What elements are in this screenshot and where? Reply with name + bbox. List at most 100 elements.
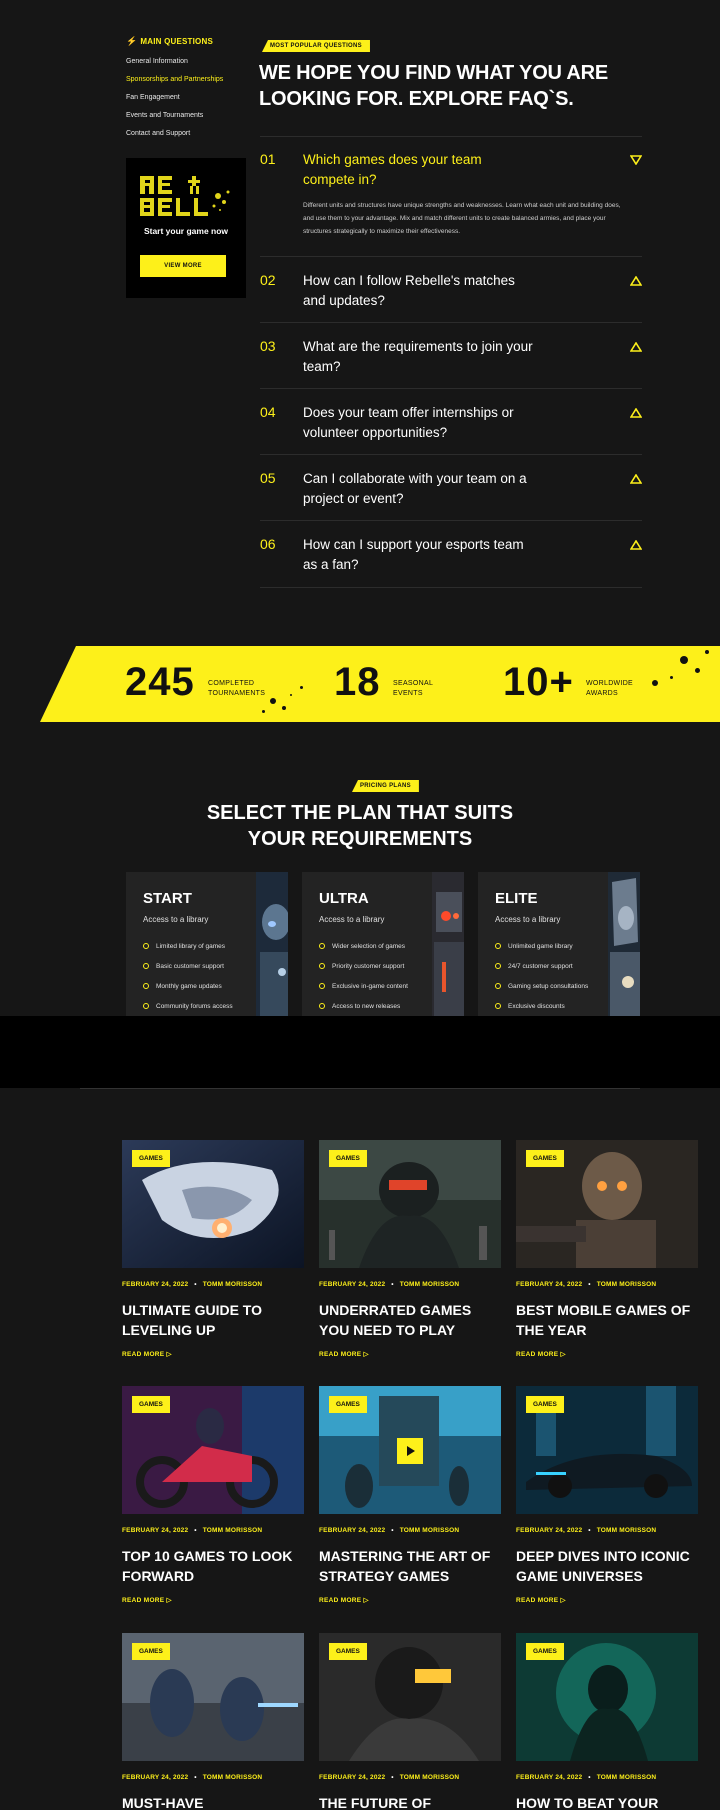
post-title[interactable]: THE FUTURE OF [319,1793,505,1810]
post-meta: FEBRUARY 24, 2022 • TOMM MORISSON [319,1774,460,1781]
category-badge[interactable]: GAMES [329,1150,367,1167]
chevron-up-icon[interactable] [630,342,642,352]
faq-question[interactable]: Can I collaborate with your team on a pr… [303,469,533,509]
post-meta: FEBRUARY 24, 2022 • TOMM MORISSON [319,1281,460,1288]
faq-item-02[interactable]: 02 How can I follow Rebelle's matches an… [260,256,642,322]
read-more-link[interactable]: READ MORE ▷ [122,1596,172,1604]
faq-number: 05 [260,470,276,486]
category-badge[interactable]: GAMES [526,1150,564,1167]
post-title[interactable]: BEST MOBILE GAMES OF THE YEAR [516,1300,702,1340]
view-more-button[interactable]: VIEW MORE [140,255,226,277]
category-badge[interactable]: GAMES [329,1396,367,1413]
post-title[interactable]: MASTERING THE ART OF STRATEGY GAMES [319,1546,505,1586]
splatter-decoration [705,650,709,654]
splatter-decoration [652,680,658,686]
post-meta: FEBRUARY 24, 2022 • TOMM MORISSON [319,1527,460,1534]
stat-label-awards: WORLDWIDE AWARDS [586,680,634,697]
faq-number: 06 [260,536,276,552]
blog-card-image[interactable]: GAMES [319,1140,501,1268]
faq-nav-item-events[interactable]: Events and Tournaments [126,112,203,119]
faq-tag: MOST POPULAR QUESTIONS [262,40,370,52]
faq-question[interactable]: How can I support your esports team as a… [303,535,533,575]
category-badge[interactable]: GAMES [526,1396,564,1413]
blog-card-image[interactable]: GAMES [122,1386,304,1514]
bullet-icon [319,943,325,949]
blog-card-image[interactable]: GAMES [319,1386,501,1514]
faq-item-04[interactable]: 04 Does your team offer internships or v… [260,388,642,454]
stat-value-events: 18 [334,660,381,704]
category-badge[interactable]: GAMES [132,1643,170,1660]
blog-card-image[interactable]: GAMES [122,1140,304,1268]
post-meta: FEBRUARY 24, 2022 • TOMM MORISSON [122,1281,263,1288]
read-more-link[interactable]: READ MORE ▷ [319,1350,369,1358]
plan-card-start[interactable]: START Access to a library Limited librar… [126,872,288,1016]
robot-art-image [608,872,640,1016]
category-badge[interactable]: GAMES [132,1396,170,1413]
chevron-down-icon[interactable] [630,155,642,165]
faq-nav-item-fan-engagement[interactable]: Fan Engagement [126,94,180,101]
plan-feature: Exclusive discounts [495,1003,565,1010]
splatter-decoration [262,710,265,713]
category-badge[interactable]: GAMES [329,1643,367,1660]
plan-feature: Gaming setup consultations [495,983,588,990]
read-more-link[interactable]: READ MORE ▷ [516,1596,566,1604]
faq-item-03[interactable]: 03 What are the requirements to join you… [260,322,642,388]
plan-feature: Wider selection of games [319,943,405,950]
faq-question[interactable]: What are the requirements to join your t… [303,337,533,377]
post-meta: FEBRUARY 24, 2022 • TOMM MORISSON [122,1527,263,1534]
chevron-up-icon[interactable] [630,408,642,418]
blog-card-image[interactable]: GAMES [122,1633,304,1761]
post-title[interactable]: MUST-HAVE ACCESSORIES [122,1793,308,1810]
category-badge[interactable]: GAMES [132,1150,170,1167]
rebelle-logo [140,176,232,216]
bullet-icon [143,983,149,989]
post-title[interactable]: ULTIMATE GUIDE TO LEVELING UP [122,1300,308,1340]
plan-feature: 24/7 customer support [495,963,573,970]
post-title[interactable]: DEEP DIVES INTO ICONIC GAME UNIVERSES [516,1546,702,1586]
play-video-button[interactable] [397,1438,423,1464]
blog-card-image[interactable]: GAMES [516,1140,698,1268]
category-badge[interactable]: GAMES [526,1643,564,1660]
read-more-link[interactable]: READ MORE ▷ [319,1596,369,1604]
splatter-decoration [270,698,276,704]
blog-card-image[interactable]: GAMES [319,1633,501,1761]
read-more-link[interactable]: READ MORE ▷ [516,1350,566,1358]
faq-question[interactable]: How can I follow Rebelle's matches and u… [303,271,533,311]
blog-card-image[interactable]: GAMES [516,1386,698,1514]
faq-question[interactable]: Does your team offer internships or volu… [303,403,533,443]
faq-nav-item-general[interactable]: General Information [126,58,188,65]
splatter-decoration [282,706,286,710]
faq-nav-title: ⚡ MAIN QUESTIONS [126,36,213,46]
blog-card-image[interactable]: GAMES [516,1633,698,1761]
faq-item-06[interactable]: 06 How can I support your esports team a… [260,520,642,588]
faq-nav-item-contact[interactable]: Contact and Support [126,130,190,137]
plan-card-elite[interactable]: ELITE Access to a library Unlimited game… [478,872,640,1016]
post-title[interactable]: HOW TO BEAT YOUR [516,1793,702,1810]
splatter-decoration [290,694,292,696]
plan-subtitle: Access to a library [495,915,561,924]
faq-number: 04 [260,404,276,420]
faq-item-05[interactable]: 05 Can I collaborate with your team on a… [260,454,642,520]
plan-feature: Unlimited game library [495,943,573,950]
pricing-tag: PRICING PLANS [352,780,419,792]
faq-item-01[interactable]: 01 Which games does your team compete in… [260,136,642,256]
bullet-icon [495,983,501,989]
post-title[interactable]: TOP 10 GAMES TO LOOK FORWARD [122,1546,308,1586]
chevron-up-icon[interactable] [630,540,642,550]
faq-question[interactable]: Which games does your team compete in? [303,150,533,190]
bullet-icon [495,1003,501,1009]
chevron-up-icon[interactable] [630,276,642,286]
plan-name: ELITE [495,890,538,907]
faq-heading: WE HOPE YOU FIND WHAT YOU ARE LOOKING FO… [259,62,609,110]
chevron-up-icon[interactable] [630,474,642,484]
bullet-icon [319,983,325,989]
faq-nav-item-sponsorships[interactable]: Sponsorships and Partnerships [126,76,223,83]
promo-text: Start your game now [143,226,229,236]
plan-name: START [143,890,192,907]
stat-label-tournaments: COMPLETED TOURNAMENTS [208,680,266,697]
read-more-link[interactable]: READ MORE ▷ [122,1350,172,1358]
plan-feature: Community forums access [143,1003,233,1010]
post-title[interactable]: UNDERRATED GAMES YOU NEED TO PLAY [319,1300,505,1340]
plan-card-ultra[interactable]: ULTRA Access to a library Wider selectio… [302,872,464,1016]
post-meta: FEBRUARY 24, 2022 • TOMM MORISSON [516,1774,657,1781]
